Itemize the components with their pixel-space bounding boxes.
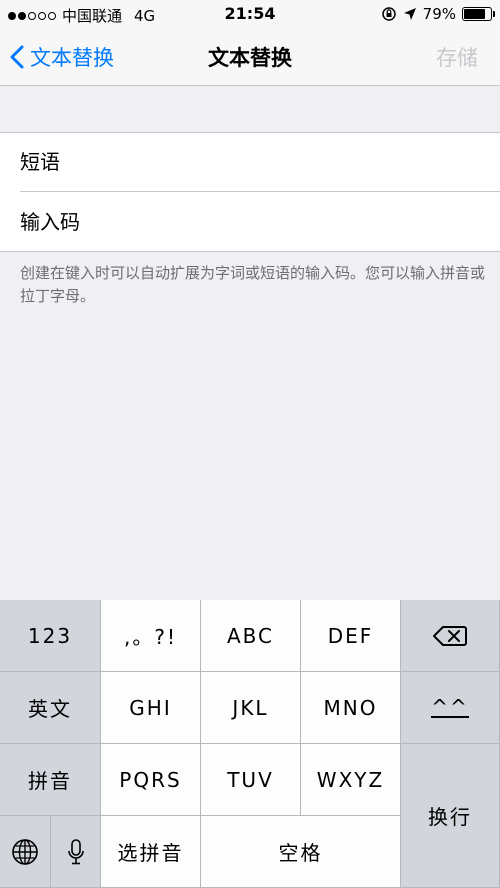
microphone-key[interactable] [51, 816, 101, 888]
key-wxyz[interactable]: WXYZ [301, 744, 401, 816]
key-abc[interactable]: ABC [201, 600, 301, 672]
phrase-input[interactable] [20, 150, 480, 174]
text-replacement-form [0, 132, 500, 252]
space-key[interactable]: 空格 [201, 816, 401, 888]
key-pinyin[interactable]: 拼音 [0, 744, 101, 816]
save-button[interactable]: 存储 [436, 42, 478, 72]
key-jkl[interactable]: JKL [201, 672, 301, 744]
status-bar: 中国联通 4G 21:54 79% [0, 0, 500, 30]
orientation-lock-icon [381, 7, 396, 21]
key-pqrs[interactable]: PQRS [101, 744, 201, 816]
key-punctuation[interactable]: ,。?! [101, 600, 201, 672]
page-title: 文本替换 [208, 46, 292, 70]
phrase-row [20, 133, 500, 192]
delete-key[interactable] [401, 600, 500, 672]
microphone-icon [67, 838, 84, 864]
key-123[interactable]: 123 [0, 600, 101, 672]
battery-percent: 79% [422, 5, 456, 23]
return-key[interactable]: 换行 [401, 744, 500, 888]
globe-key[interactable] [0, 816, 51, 888]
globe-icon [12, 838, 38, 865]
select-pinyin-key[interactable]: 选拼音 [101, 816, 201, 888]
backspace-icon [433, 625, 467, 646]
key-def[interactable]: DEF [301, 600, 401, 672]
shortcut-row [0, 192, 500, 251]
key-tuv[interactable]: TUV [201, 744, 301, 816]
key-english[interactable]: 英文 [0, 672, 101, 744]
form-footer-note: 创建在键入时可以自动扩展为字词或短语的输入码。您可以输入拼音或拉丁字母。 [20, 264, 486, 305]
shortcut-input[interactable] [20, 209, 480, 234]
status-right: 79% [381, 5, 495, 23]
navigation-bar: 文本替换 文本替换 存储 [0, 30, 500, 86]
battery-icon [462, 7, 495, 21]
location-arrow-icon [403, 8, 416, 20]
emoticon-label: ^^ [431, 694, 469, 719]
battery-fill [464, 9, 485, 19]
key-emoticon[interactable]: ^^ [401, 672, 500, 744]
key-mno[interactable]: MNO [301, 672, 401, 744]
keyboard: 123 ,。?! ABC DEF 英文 GHI JKL MNO ^^ 拼音 PQ… [0, 600, 500, 888]
key-ghi[interactable]: GHI [101, 672, 201, 744]
